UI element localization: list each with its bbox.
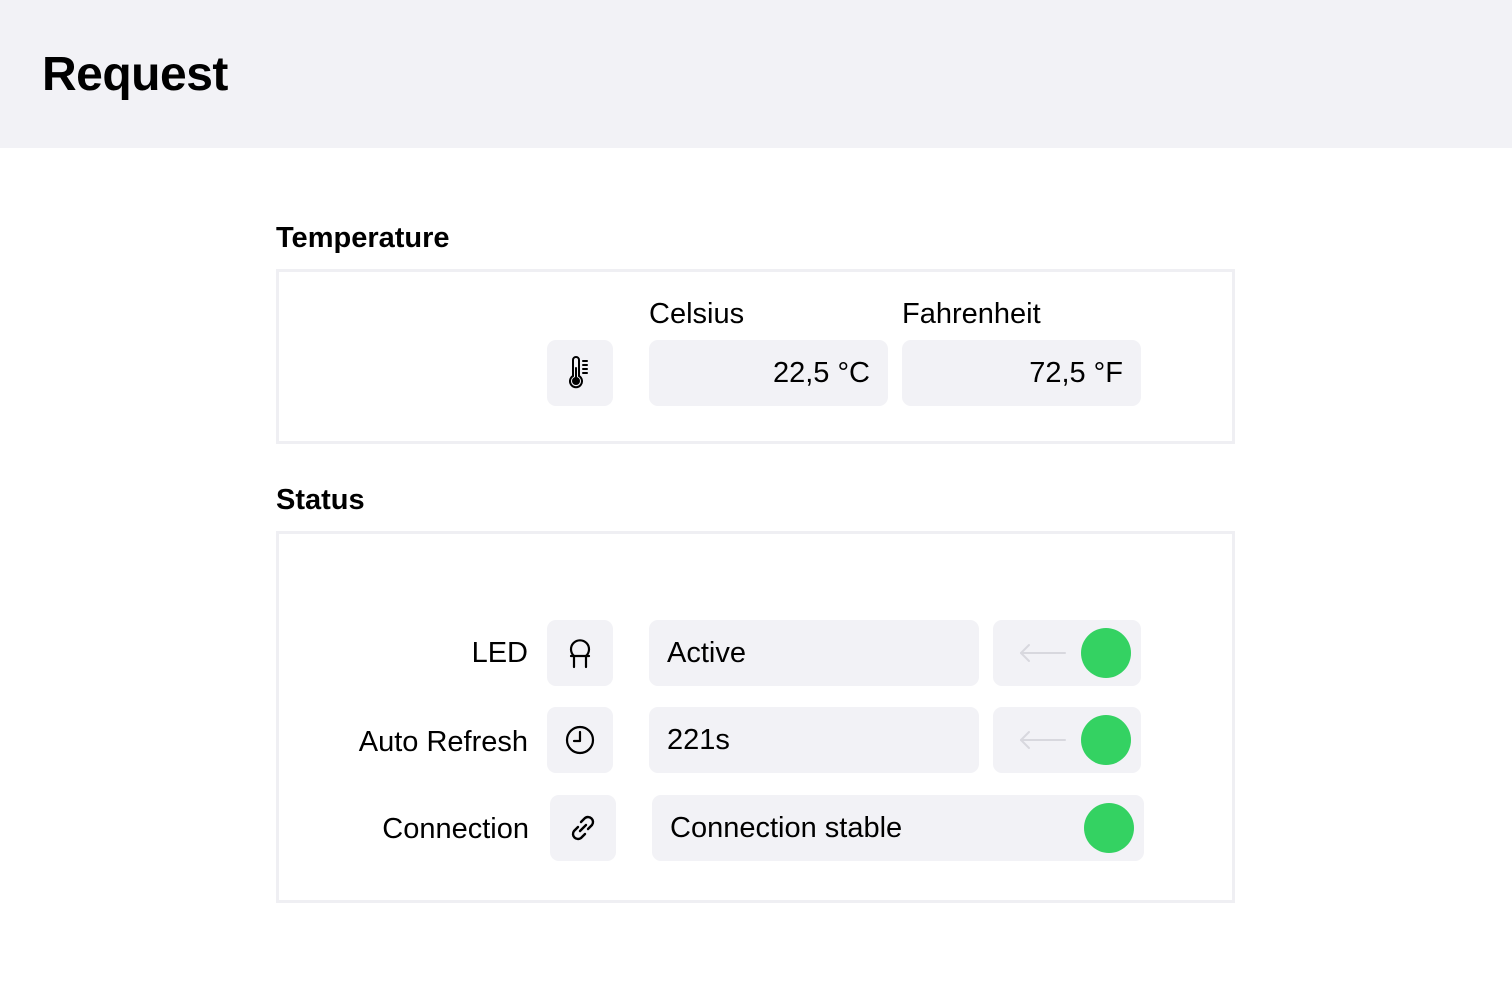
status-section-title: Status — [276, 484, 365, 516]
thermometer-icon — [569, 356, 588, 389]
page-header: Request — [0, 0, 1512, 148]
celsius-label: Celsius — [649, 298, 745, 330]
led-status-field: Active — [649, 620, 979, 686]
celsius-value-field[interactable]: 22,5 °C — [649, 340, 888, 406]
auto-refresh-label: Auto Refresh — [358, 726, 528, 758]
auto-refresh-button[interactable] — [547, 707, 613, 773]
fahrenheit-value: 72,5 °F — [1029, 356, 1123, 389]
celsius-value: 22,5 °C — [772, 356, 870, 389]
arrow-left-icon — [1020, 731, 1066, 749]
led-toggle[interactable] — [993, 620, 1141, 686]
connection-label: Connection — [382, 813, 529, 845]
auto-refresh-toggle-knob — [1081, 715, 1131, 765]
led-icon — [569, 639, 591, 669]
auto-refresh-value: 221s — [667, 723, 730, 756]
link-icon — [571, 815, 595, 841]
temperature-section-title: Temperature — [276, 222, 450, 254]
connection-status-value: Connection stable — [670, 811, 903, 844]
fahrenheit-label: Fahrenheit — [902, 298, 1041, 330]
clock-icon — [565, 725, 595, 755]
led-label: LED — [471, 637, 528, 669]
auto-refresh-field: 221s — [649, 707, 979, 773]
auto-refresh-toggle[interactable] — [993, 707, 1141, 773]
connection-indicator — [1084, 803, 1134, 853]
connection-status-field: Connection stable — [652, 795, 1144, 861]
page-title: Request — [42, 48, 228, 101]
connection-button[interactable] — [550, 795, 616, 861]
led-toggle-knob — [1081, 628, 1131, 678]
fahrenheit-value-field[interactable]: 72,5 °F — [902, 340, 1141, 406]
arrow-left-icon — [1020, 644, 1066, 662]
led-status-value: Active — [667, 636, 746, 669]
led-button[interactable] — [547, 620, 613, 686]
thermometer-button[interactable] — [547, 340, 613, 406]
